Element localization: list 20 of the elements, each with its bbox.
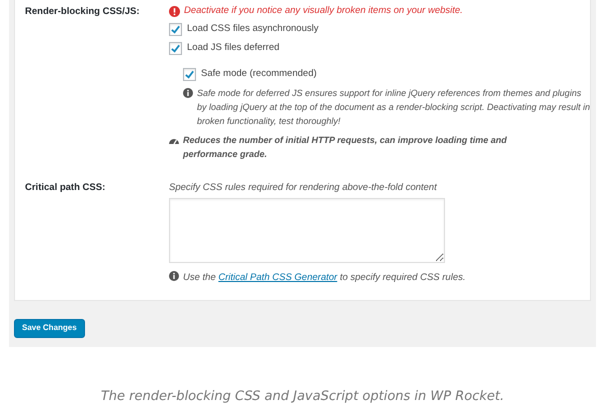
info-icon <box>183 88 193 98</box>
field-description: Specify CSS rules required for rendering above-the-fold content <box>169 181 438 195</box>
info-icon <box>169 271 179 282</box>
field-label: Render-blocking CSS/JS: <box>25 5 141 19</box>
help-text: Use the Critical Path CSS Generator to specify required CSS rules. <box>183 272 466 284</box>
checkbox[interactable] <box>183 68 196 80</box>
checkbox[interactable] <box>169 42 182 55</box>
option-label: Safe mode (recommended) <box>201 66 317 81</box>
caption: The render-blocking CSS and JavaScript options in WP Rocket. <box>100 388 504 404</box>
warning-icon <box>169 6 180 16</box>
generator-link[interactable]: Critical Path CSS Generator <box>218 272 338 284</box>
option-label: Load CSS files asynchronously <box>187 22 318 36</box>
help-text: Safe mode for deferred JS ensures support for inline jQuery references from themes and plugins by loading jQuery at the top of the document as a render-blocking script. Deactivating may result in broken functionality, test thoroughly! <box>197 87 592 128</box>
field-label: Critical path CSS: <box>25 181 106 195</box>
option-label: Load JS files deferred <box>187 41 280 56</box>
checkbox[interactable] <box>169 23 182 36</box>
warning-text: Deactivate if you notice any visually broken items on your website. <box>184 4 463 18</box>
benefit-text: Reduces the number of initial HTTP requests, can improve loading time and performance grade. <box>183 134 508 161</box>
gauge-icon <box>169 136 179 145</box>
save-button[interactable]: Save Changes <box>14 318 85 338</box>
